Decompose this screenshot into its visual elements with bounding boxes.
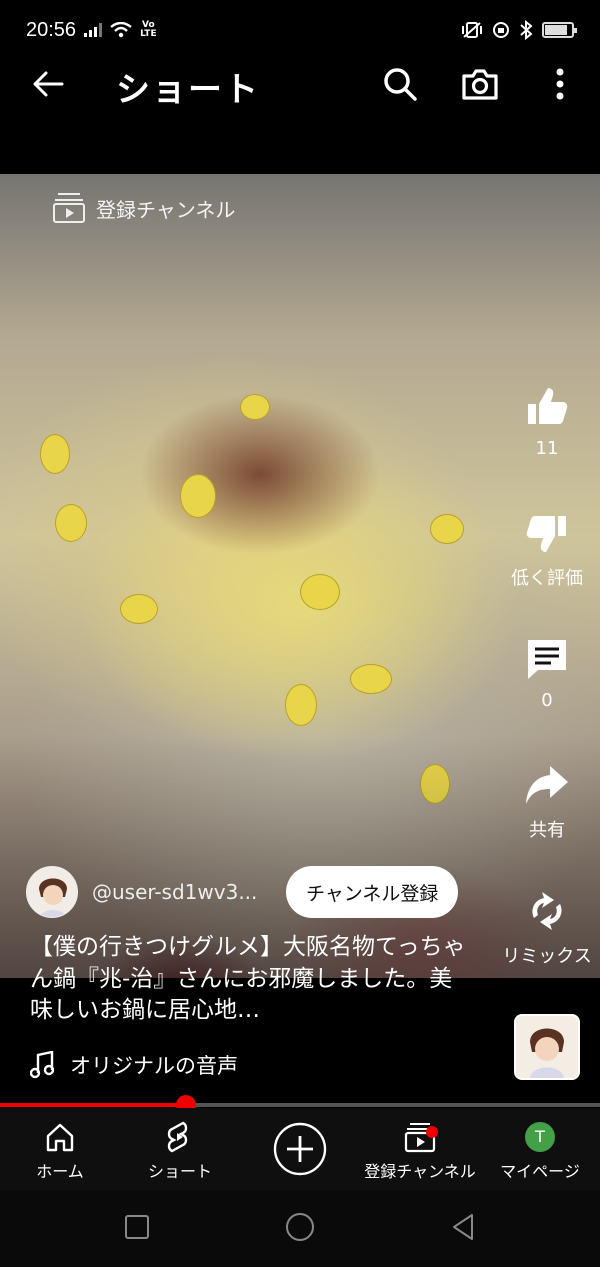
- home-circle-icon[interactable]: [285, 1212, 315, 1242]
- search-icon[interactable]: [380, 64, 420, 104]
- nav-mypage-label: マイページ: [500, 1162, 580, 1181]
- vibrate-icon: [462, 22, 482, 38]
- channel-handle[interactable]: @user-sd1wv3...: [92, 880, 272, 904]
- subscriptions-link-label: 登録チャンネル: [96, 197, 236, 222]
- subscriptions-link[interactable]: 登録チャンネル: [52, 192, 235, 224]
- sound-thumbnail[interactable]: [514, 1014, 580, 1080]
- video-description[interactable]: 【僕の行きつけグルメ】大阪名物てっちゃん鍋『兆-治』さんにお邪魔しました。美味し…: [30, 932, 470, 1027]
- nav-home[interactable]: ホーム: [0, 1120, 120, 1182]
- progress-fill: [0, 1103, 186, 1107]
- subscriptions-icon: [53, 193, 85, 223]
- like-button[interactable]: 11: [497, 384, 597, 459]
- subscribe-button[interactable]: チャンネル登録: [286, 866, 459, 918]
- alarm-icon: [493, 22, 509, 38]
- avatar-illustration-icon: [530, 1028, 564, 1078]
- remix-icon: [532, 892, 562, 930]
- recents-square-icon[interactable]: [122, 1212, 152, 1242]
- nav-shorts[interactable]: ショート: [120, 1120, 240, 1182]
- status-time: 20:56: [26, 18, 77, 41]
- thumbs-down-icon: [526, 516, 566, 552]
- status-bar: 20:56 Vo LTE: [0, 0, 600, 60]
- like-count: 11: [535, 438, 559, 459]
- audio-info[interactable]: オリジナルの音声: [30, 1050, 238, 1080]
- avatar-icon: T: [525, 1122, 555, 1152]
- back-triangle-icon[interactable]: [448, 1212, 478, 1242]
- music-note-icon: [30, 1051, 54, 1079]
- bottom-navigation: ホーム ショート 登録チャンネル T マイページ: [0, 1108, 600, 1190]
- volte-indicator: Vo LTE: [140, 21, 157, 39]
- dislike-button[interactable]: 低く評価: [497, 510, 597, 590]
- comment-icon: [528, 640, 566, 679]
- channel-row: @user-sd1wv3... チャンネル登録: [26, 866, 476, 918]
- thumbs-up-icon: [528, 388, 568, 424]
- camera-icon[interactable]: [460, 64, 500, 104]
- dislike-label: 低く評価: [511, 568, 583, 589]
- remix-button[interactable]: リミックス: [497, 888, 597, 968]
- volte-bottom: LTE: [140, 29, 157, 39]
- system-navigation-bar: [0, 1190, 600, 1267]
- avatar-illustration-icon: [39, 878, 67, 917]
- shorts-icon: [167, 1121, 188, 1153]
- nav-mypage[interactable]: T マイページ: [480, 1120, 600, 1182]
- share-button[interactable]: 共有: [497, 762, 597, 842]
- create-plus-icon[interactable]: [273, 1122, 327, 1176]
- top-app-bar: ショート: [0, 60, 600, 114]
- nav-subscriptions-label: 登録チャンネル: [364, 1162, 476, 1181]
- signal-icon: [84, 23, 103, 37]
- share-label: 共有: [529, 820, 565, 841]
- comment-count: 0: [541, 690, 553, 711]
- bluetooth-icon: [520, 20, 533, 40]
- nav-home-label: ホーム: [36, 1162, 84, 1181]
- channel-avatar[interactable]: [26, 866, 78, 918]
- share-arrow-icon: [526, 766, 568, 804]
- notification-dot: [426, 1126, 438, 1138]
- nav-shorts-label: ショート: [147, 1162, 212, 1181]
- battery-icon: [542, 22, 577, 38]
- more-vertical-icon[interactable]: [540, 64, 580, 104]
- home-icon: [46, 1123, 74, 1152]
- wifi-icon: [110, 22, 132, 38]
- page-title: ショート: [116, 70, 260, 110]
- video-progress-bar[interactable]: [0, 1095, 600, 1115]
- arrow-left-icon[interactable]: [28, 64, 68, 104]
- remix-label: リミックス: [502, 946, 592, 967]
- audio-label: オリジナルの音声: [70, 1054, 238, 1078]
- nav-subscriptions[interactable]: 登録チャンネル: [360, 1120, 480, 1182]
- comments-button[interactable]: 0: [497, 636, 597, 711]
